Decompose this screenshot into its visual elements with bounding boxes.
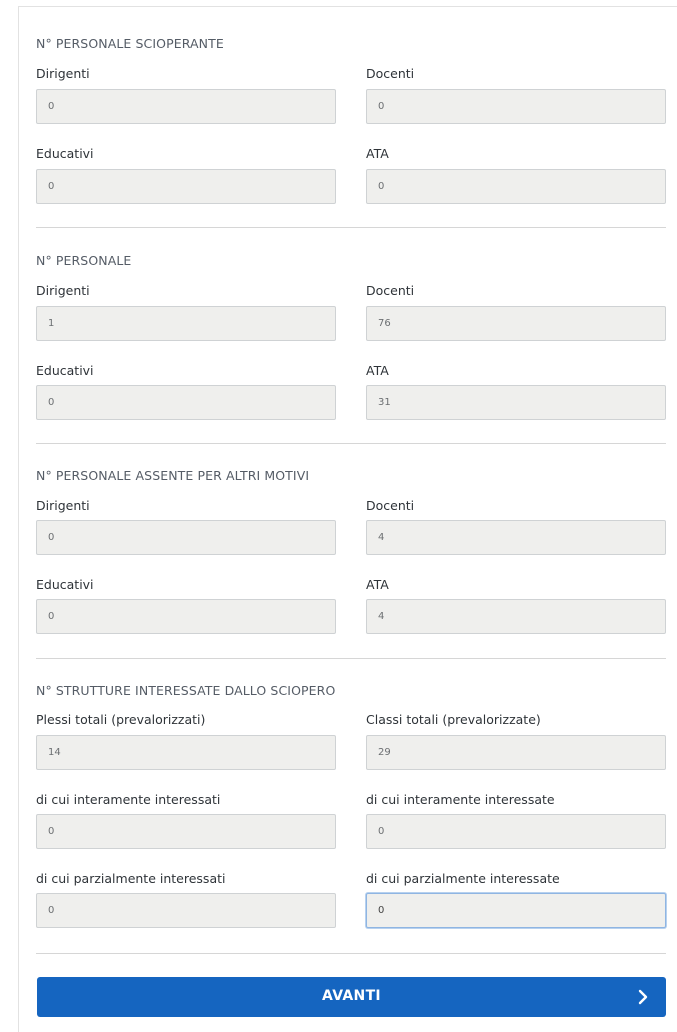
ata-assenti-input[interactable] [366,599,666,634]
docenti-assenti-input[interactable] [366,520,666,555]
ata-scioperanti-input[interactable] [366,169,666,204]
section-divider [36,953,666,954]
field-label-dirigenti: Dirigenti [36,498,90,513]
classi-parzialmente-input[interactable] [366,893,666,928]
field-label-educativi: Educativi [36,146,94,161]
field-label-educativi: Educativi [36,577,94,592]
field-label-dirigenti: Dirigenti [36,66,90,81]
field-label-plessi-totali: Plessi totali (prevalorizzati) [36,712,206,727]
docenti-personale-input[interactable] [366,306,666,341]
avanti-button[interactable]: AVANTI [37,977,666,1017]
docenti-scioperanti-input[interactable] [366,89,666,124]
plessi-parzialmente-input[interactable] [36,893,336,928]
field-label-classi-interamente: di cui interamente interessate [366,792,555,807]
section-divider [36,227,666,228]
dirigenti-assenti-input[interactable] [36,520,336,555]
field-label-ata: ATA [366,577,389,592]
field-label-plessi-parzialmente: di cui parzialmente interessati [36,871,226,886]
section-divider [36,658,666,659]
field-label-ata: ATA [366,146,389,161]
field-label-ata: ATA [366,363,389,378]
section-title: N° PERSONALE SCIOPERANTE [36,36,224,51]
field-label-docenti: Docenti [366,66,415,81]
dirigenti-scioperanti-input[interactable] [36,89,336,124]
plessi-interamente-input[interactable] [36,814,336,849]
avanti-button-label: AVANTI [322,988,381,1004]
field-label-docenti: Docenti [366,498,415,513]
field-label-plessi-interamente: di cui interamente interessati [36,792,221,807]
ata-personale-input[interactable] [366,385,666,420]
field-label-dirigenti: Dirigenti [36,283,90,298]
classi-totali-input[interactable] [366,735,666,770]
plessi-totali-input[interactable] [36,735,336,770]
field-label-educativi: Educativi [36,363,94,378]
section-title: N° STRUTTURE INTERESSATE DALLO SCIOPERO [36,683,336,698]
field-label-classi-totali: Classi totali (prevalorizzate) [366,712,541,727]
classi-interamente-input[interactable] [366,814,666,849]
educativi-personale-input[interactable] [36,385,336,420]
field-label-classi-parzialmente: di cui parzialmente interessate [366,871,560,886]
dirigenti-personale-input[interactable] [36,306,336,341]
form-page: N° PERSONALE SCIOPERANTE Dirigenti Docen… [0,0,677,1032]
section-title: N° PERSONALE ASSENTE PER ALTRI MOTIVI [36,468,310,483]
educativi-assenti-input[interactable] [36,599,336,634]
section-title: N° PERSONALE [36,253,132,268]
field-label-docenti: Docenti [366,283,415,298]
chevron-right-icon [638,989,648,1005]
section-divider [36,443,666,444]
educativi-scioperanti-input[interactable] [36,169,336,204]
